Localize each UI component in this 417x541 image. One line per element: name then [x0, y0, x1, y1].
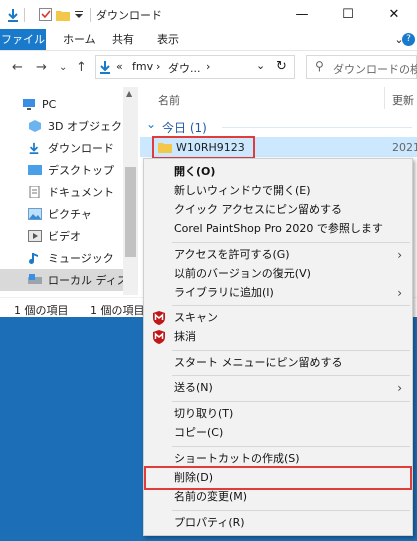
- menu-item-open-new-window[interactable]: 新しいウィンドウで開く(E): [174, 181, 311, 201]
- qat-customize-icon[interactable]: [74, 6, 84, 23]
- menu-item-restore-versions[interactable]: 以前のバージョンの復元(V): [174, 264, 311, 284]
- menu-item-copy[interactable]: コピー(C): [174, 423, 223, 443]
- refresh-icon[interactable]: ↻: [276, 59, 287, 74]
- menu-item-give-access[interactable]: アクセスを許可する(G): [174, 245, 290, 265]
- nav-item-local-disk[interactable]: ローカル ディスク (C: [0, 269, 124, 291]
- qat-divider-2: [88, 6, 92, 23]
- status-item-count: 1 個の項目: [14, 304, 69, 317]
- address-separator-2[interactable]: ›: [206, 60, 210, 73]
- submenu-arrow-icon: ›: [397, 381, 402, 395]
- pc-icon: [22, 98, 36, 110]
- download-icon: [28, 142, 42, 154]
- highlight-delete-item: [144, 466, 412, 490]
- tab-share[interactable]: 共有: [112, 29, 134, 50]
- submenu-arrow-icon: ›: [397, 248, 402, 262]
- menu-separator: [172, 401, 410, 402]
- menu-item-shred[interactable]: 抹消: [174, 327, 196, 347]
- minimize-button[interactable]: —: [279, 0, 325, 29]
- nav-item-label: デスクトップ: [48, 164, 114, 177]
- cube-icon: [28, 120, 42, 132]
- address-overflow[interactable]: «: [116, 60, 123, 73]
- up-button[interactable]: ↑: [76, 60, 87, 75]
- mcafee-shield-icon: [152, 330, 166, 344]
- menu-item-corel-paintshop[interactable]: Corel PaintShop Pro 2020 で参照します: [174, 219, 383, 239]
- title-bar: ダウンロード — ☐ ✕: [0, 0, 417, 29]
- document-icon: [28, 185, 42, 199]
- navigation-pane: PC 3D オブジェクト ダウンロード デスクトップ ドキュメント ピクチャ ビ…: [0, 87, 138, 295]
- quick-access-down-icon[interactable]: [6, 6, 20, 23]
- menu-item-rename[interactable]: 名前の変更(M): [174, 487, 247, 507]
- address-dropdown-chevron-icon[interactable]: ⌄: [256, 59, 265, 72]
- address-separator[interactable]: ›: [156, 60, 160, 73]
- pictures-icon: [28, 208, 42, 220]
- maximize-button[interactable]: ☐: [325, 0, 371, 29]
- menu-item-scan[interactable]: スキャン: [174, 308, 218, 328]
- forward-button[interactable]: →: [36, 60, 47, 75]
- group-collapse-chevron-icon[interactable]: ⌄: [146, 117, 156, 131]
- column-header-name[interactable]: 名前: [158, 92, 180, 108]
- back-button[interactable]: ←: [12, 60, 23, 75]
- nav-pane-scrollbar[interactable]: ▲: [123, 87, 138, 295]
- menu-item-add-to-library[interactable]: ライブラリに追加(I): [174, 283, 274, 303]
- music-icon: [28, 252, 42, 264]
- menu-separator: [172, 446, 410, 447]
- tab-view[interactable]: 表示: [157, 29, 179, 50]
- downloads-arrow-icon: [99, 60, 111, 77]
- submenu-arrow-icon: ›: [397, 286, 402, 300]
- menu-item-pin-quick-access[interactable]: クイック アクセスにピン留めする: [174, 200, 342, 220]
- nav-item-label: ピクチャ: [48, 208, 92, 221]
- group-header[interactable]: 今日 (1): [162, 119, 207, 136]
- menu-item-send-to[interactable]: 送る(N): [174, 378, 213, 398]
- close-button[interactable]: ✕: [371, 0, 417, 29]
- tab-home[interactable]: ホーム: [63, 29, 96, 50]
- address-segment-fmv[interactable]: fmv: [132, 60, 153, 73]
- menu-item-pin-start[interactable]: スタート メニューにピン留めする: [174, 353, 343, 373]
- nav-item-label: ダウンロード: [48, 142, 114, 155]
- column-divider: [384, 87, 385, 109]
- group-divider: [222, 127, 412, 128]
- recent-locations-chevron-icon[interactable]: ⌄: [59, 62, 67, 73]
- nav-item-label: ローカル ディスク (C: [48, 274, 124, 287]
- nav-item-label: ミュージック: [48, 252, 114, 265]
- mcafee-shield-icon: [152, 311, 166, 325]
- nav-item-label: ビデオ: [48, 230, 81, 243]
- window-title: ダウンロード: [96, 9, 162, 22]
- new-folder-icon[interactable]: [56, 6, 70, 23]
- nav-item-label: ドキュメント: [48, 186, 114, 199]
- menu-separator: [172, 510, 410, 511]
- menu-separator: [172, 350, 410, 351]
- search-icon: ⚲: [315, 59, 324, 73]
- search-box[interactable]: ⚲ ダウンロードの検索: [306, 55, 417, 79]
- properties-check-icon[interactable]: [38, 6, 52, 23]
- nav-item-label: 3D オブジェクト: [48, 120, 133, 133]
- menu-separator: [172, 242, 410, 243]
- file-date: 2021: [392, 141, 417, 154]
- ribbon-tabs: ファイル ホーム 共有 表示 ⌄ ?: [0, 29, 417, 51]
- menu-item-open[interactable]: 開く(O): [174, 162, 215, 182]
- video-icon: [28, 230, 42, 242]
- menu-separator: [172, 375, 410, 376]
- drive-icon: [28, 274, 42, 286]
- scrollbar-thumb[interactable]: [125, 167, 136, 257]
- highlight-file-row: [152, 136, 255, 159]
- menu-item-cut[interactable]: 切り取り(T): [174, 404, 233, 424]
- address-bar[interactable]: « fmv › ダウ... › ⌄ ↻: [95, 55, 295, 79]
- tab-file[interactable]: ファイル: [0, 29, 46, 50]
- menu-separator: [172, 305, 410, 306]
- desktop-icon: [28, 164, 42, 176]
- column-header-date[interactable]: 更新: [392, 92, 414, 108]
- address-segment-downloads[interactable]: ダウ...: [168, 60, 201, 76]
- nav-item-label: PC: [42, 97, 57, 111]
- search-placeholder: ダウンロードの検索: [333, 63, 417, 76]
- menu-item-properties[interactable]: プロパティ(R): [174, 513, 245, 533]
- scroll-up-icon[interactable]: ▲: [126, 89, 132, 98]
- help-icon[interactable]: ?: [402, 33, 415, 46]
- qat-divider: [22, 6, 26, 23]
